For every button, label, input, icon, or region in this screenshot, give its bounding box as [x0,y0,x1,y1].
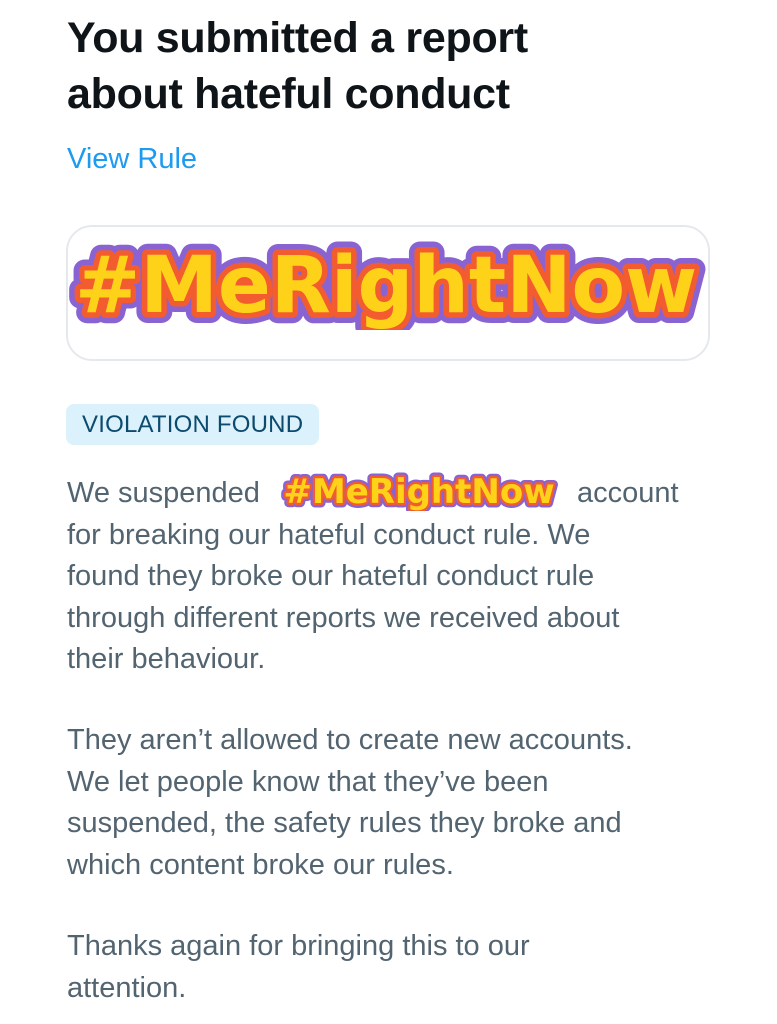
p3-line-1: Thanks again for bringing this to our [67,930,530,962]
merightnow-sticker: #MeRightNow #MeRightNow #MeRightNow [64,230,708,330]
p2-line-1: They aren’t allowed to create new accoun… [67,724,633,756]
p2-line-3: suspended, the safety rules they broke a… [67,807,622,839]
p1-line-2: for breaking our hateful conduct rule. W… [67,518,591,551]
p1-line-4: through different reports we received ab… [67,601,620,634]
title-line-2: about hateful conduct [67,70,510,118]
accounts-policy-paragraph: They aren’t allowed to create new accoun… [67,720,757,886]
thanks-paragraph: Thanks again for bringing this to our at… [67,926,757,1009]
title-line-1: You submitted a report [67,14,528,62]
merightnow-inline-sticker: #MeRightNow #MeRightNow #MeRightNow [279,471,559,511]
sticker-text: #MeRightNow [75,241,697,330]
status-badge: VIOLATION FOUND [66,404,320,445]
inline-sticker-text: #MeRightNow [283,472,554,511]
page-title: You submitted a report about hateful con… [67,10,747,122]
p1-line-3: found they broke our hateful conduct rul… [67,560,595,592]
p3-line-2: attention. [67,971,187,1004]
p1-line-5: their behaviour. [67,643,266,675]
view-rule-link[interactable]: View Rule [67,143,197,176]
suspension-paragraph: We suspended #MeRightNow #MeRightNow #Me… [67,471,757,681]
p1-text-after: account [576,477,679,509]
report-screen: You submitted a report about hateful con… [0,0,777,1024]
p1-text-before: We suspended [67,477,260,509]
p2-line-4: which content broke our rules. [67,848,454,881]
p2-line-2: We let people know that they’ve been [67,765,549,798]
